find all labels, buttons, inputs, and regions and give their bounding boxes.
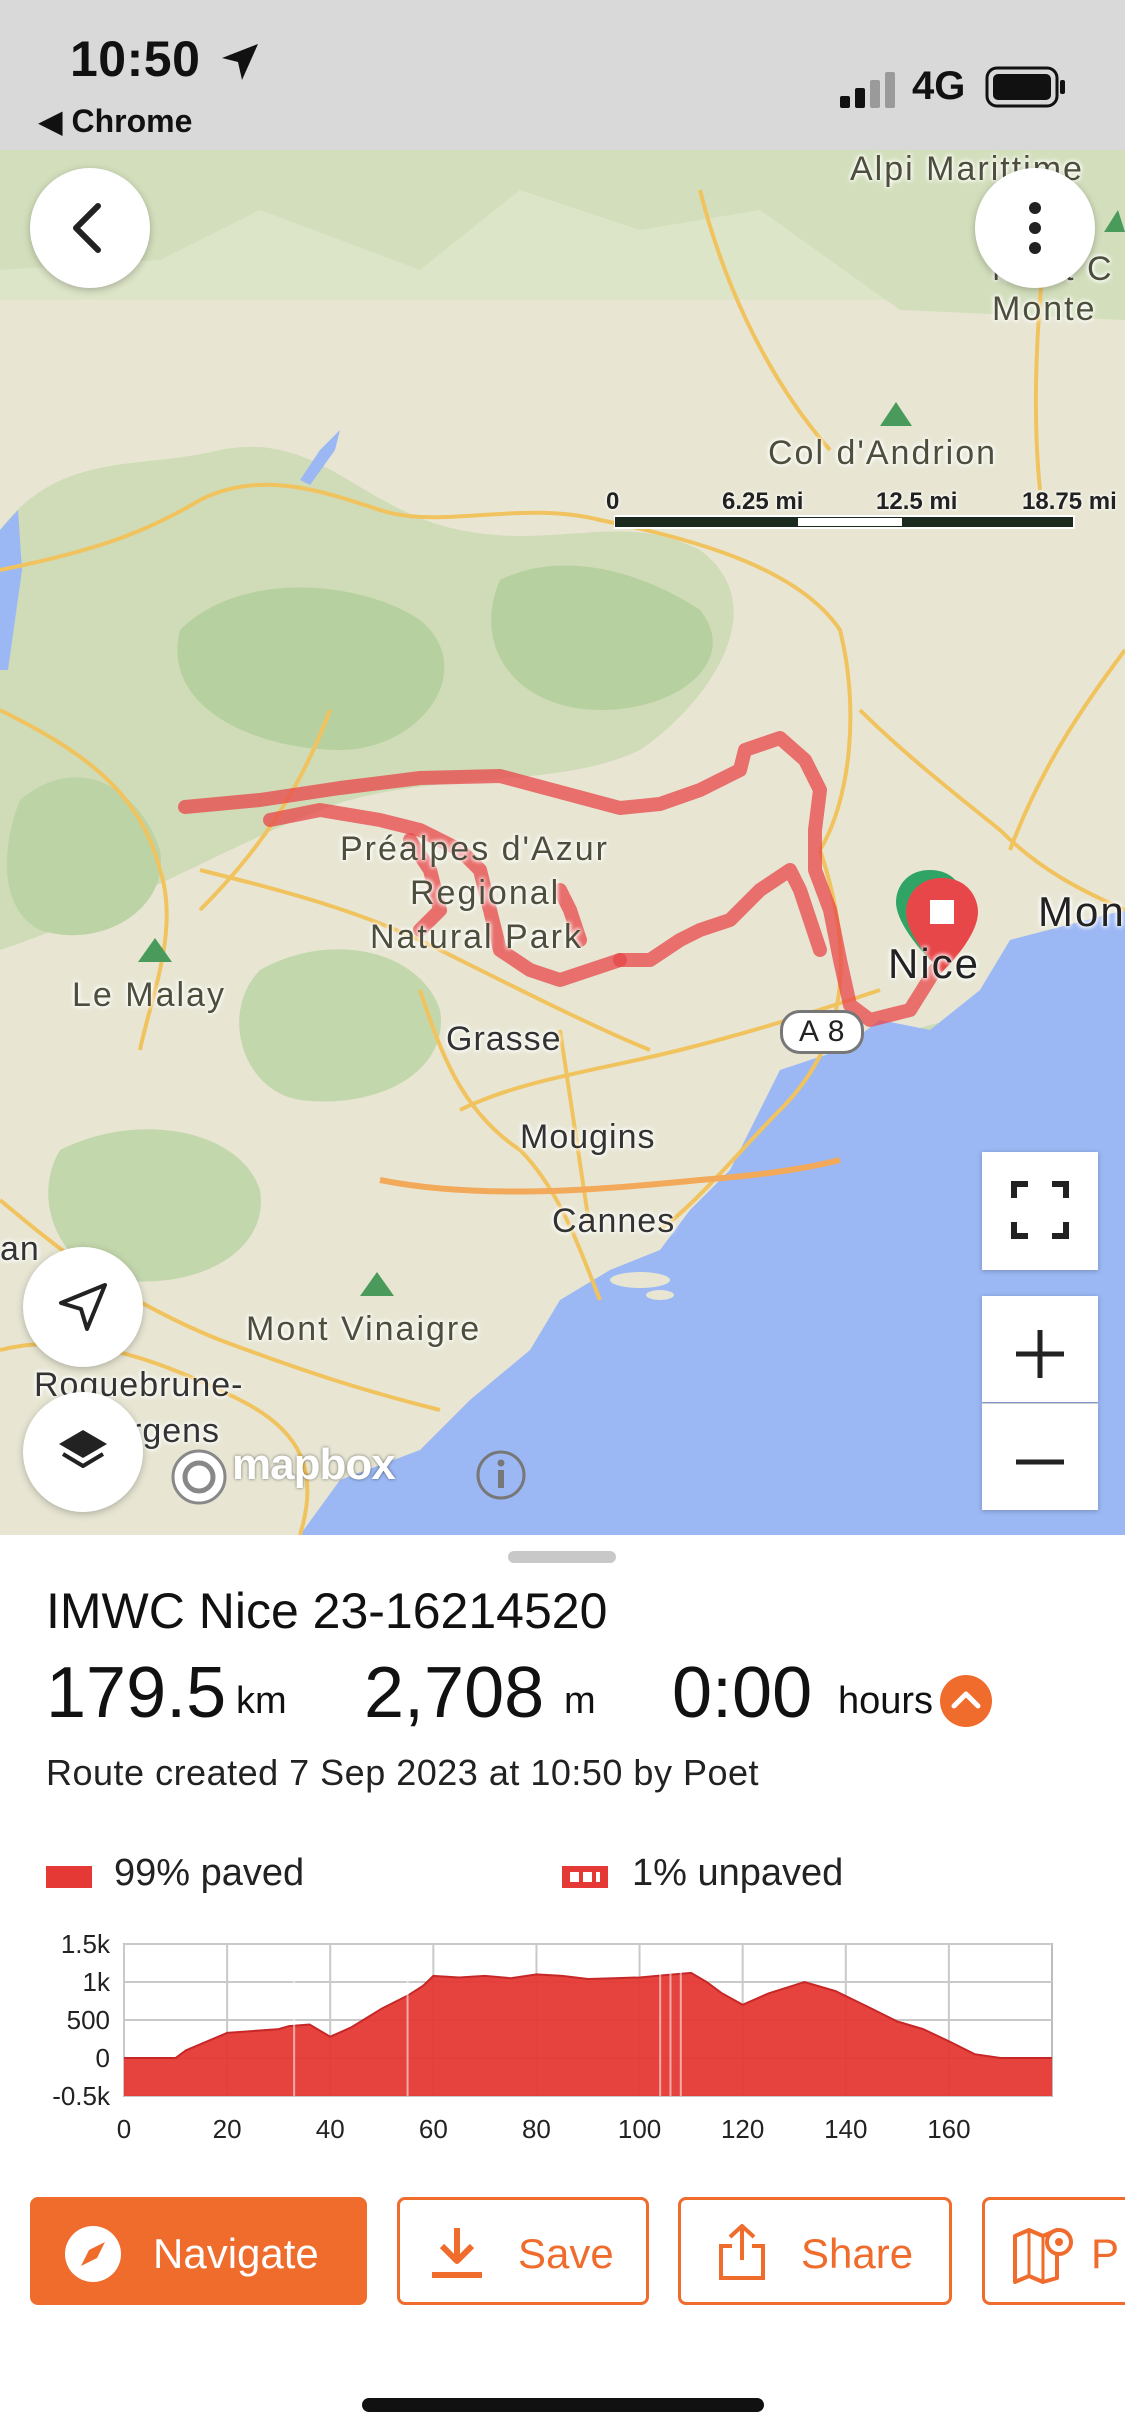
back-to-app-link[interactable]: ◀ Chrome [38,102,192,140]
route-map[interactable]: Alpi Marittime Mont C Monte Col d'Andrio… [0,150,1125,1535]
elevation-value: 2,708 [364,1653,545,1733]
elevation-chart[interactable]: 1.5k1k5000-0.5k0 20 40 60 80 100 120 140 160 [26,1930,1066,2160]
expand-details-button[interactable] [940,1675,992,1727]
distance-unit: km [236,1680,287,1722]
map-label-an: an [0,1230,40,1268]
chart-x-tick-label: 80 [522,2114,551,2144]
zoom-in-button[interactable] [982,1296,1098,1402]
navigate-label: Navigate [153,2230,319,2277]
scale-label-2: 12.5 mi [876,488,958,515]
elevation-unit: m [564,1680,596,1722]
scale-label-3: 18.75 mi [1022,488,1117,515]
back-button[interactable] [30,168,150,288]
map-label-monte: Monte [992,290,1097,328]
scale-label-1: 6.25 mi [722,488,804,515]
map-label-le-malay: Le Malay [72,976,226,1014]
plan-label: P [1091,2230,1120,2277]
unpaved-label: 1% unpaved [632,1852,844,1894]
paved-swatch [46,1866,92,1888]
navigation-arrow-icon [59,1283,107,1331]
save-button[interactable]: Save [397,2197,649,2305]
map-label-natural-park: Natural Park [370,918,583,956]
chart-x-tick-label: 40 [316,2114,345,2144]
unpaved-swatch [562,1866,608,1888]
save-label: Save [518,2230,614,2277]
sheet-grabber[interactable] [508,1551,616,1563]
map-label-cannes: Cannes [552,1202,676,1240]
status-bar: 10:50 ◀ Chrome 4G [0,0,1125,150]
duration-unit: hours [838,1680,934,1722]
road-shield-a8: A 8 [780,1010,865,1054]
chart-y-tick-label: 0 [96,2043,110,2073]
chart-y-tick-label: -0.5k [52,2081,111,2111]
chart-y-tick-label: 1.5k [61,1930,111,1959]
chart-x-tick-label: 100 [618,2114,661,2144]
more-vertical-icon [1029,202,1041,254]
fullscreen-button[interactable] [982,1152,1098,1270]
share-icon [719,2224,765,2280]
more-options-button[interactable] [975,168,1095,288]
info-icon[interactable] [474,1448,528,1502]
chart-x-tick-label: 160 [927,2114,970,2144]
chart-x-tick-label: 120 [721,2114,764,2144]
location-arrow-icon [222,44,258,80]
map-label-roquebrune-2: rgens [130,1412,221,1450]
chevron-up-icon [951,1691,981,1709]
duration-value: 0:00 [672,1653,813,1733]
chart-y-tick-label: 1k [83,1967,111,1997]
chart-y-tick-label: 500 [67,2005,110,2035]
share-label: Share [801,2230,914,2277]
map-layers-button[interactable] [23,1392,143,1512]
chart-x-tick-label: 140 [824,2114,867,2144]
plan-button[interactable]: P [982,2197,1125,2305]
map-label-mougins: Mougins [520,1118,656,1156]
distance-value: 179.5 [46,1653,227,1733]
chart-x-tick-label: 0 [117,2114,131,2144]
map-label-regional: Regional [410,874,561,912]
minus-icon [1016,1459,1064,1465]
paved-label: 99% paved [114,1852,305,1894]
map-pin-icon [1013,2228,1073,2284]
mapbox-logo[interactable]: mapbox [232,1440,396,1490]
route-created-info: Route created 7 Sep 2023 at 10:50 by Poe… [46,1752,760,1793]
layers-icon [59,1430,107,1468]
navigate-button[interactable]: Navigate [30,2197,367,2305]
scale-label-0: 0 [606,488,620,515]
home-indicator [362,2398,764,2412]
map-label-nice: Nice [888,940,981,987]
chevron-left-icon [73,203,101,253]
share-button[interactable]: Share [678,2197,952,2305]
status-time: 10:50 [70,31,201,87]
map-label-mont-vinaigre: Mont Vinaigre [246,1310,482,1348]
plus-icon [1016,1330,1064,1378]
download-icon [432,2228,482,2278]
chart-x-tick-label: 60 [419,2114,448,2144]
battery-icon [985,66,1065,108]
chart-x-tick-label: 20 [213,2114,242,2144]
network-type: 4G [912,64,966,108]
fullscreen-icon [1011,1181,1069,1239]
map-label-col-dandrion: Col d'Andrion [768,434,998,472]
map-label-prealpes: Préalpes d'Azur [340,830,609,868]
mapbox-logo-icon [171,1449,227,1505]
zoom-out-button[interactable] [982,1404,1098,1510]
map-label-grasse: Grasse [446,1020,562,1058]
route-title: IMWC Nice 23-16214520 [46,1583,608,1639]
map-label-mon: Mon [1038,888,1125,935]
cell-signal-icon [840,72,895,108]
locate-me-button[interactable] [23,1247,143,1367]
compass-icon [65,2226,121,2282]
